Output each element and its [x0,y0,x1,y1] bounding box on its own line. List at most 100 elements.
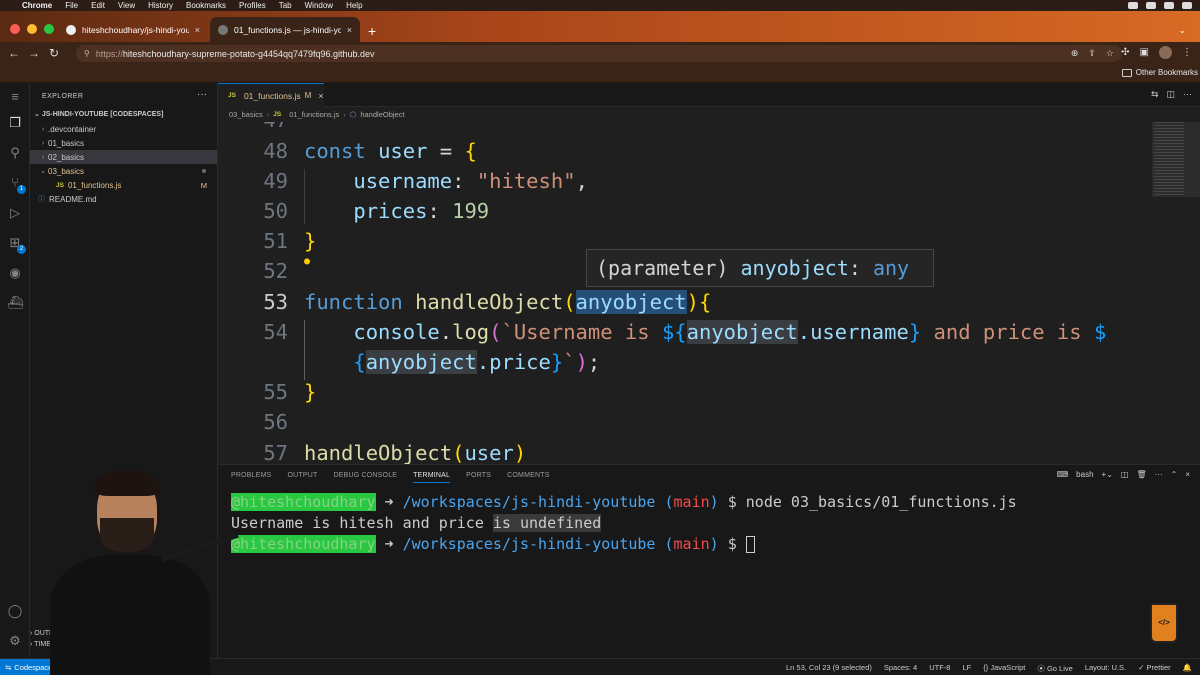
split-editor-icon[interactable]: ◫ [1166,89,1175,100]
address-bar[interactable]: ⚲ https://hiteshchoudhary-supreme-potato… [76,45,1122,62]
browser-menu-icon[interactable]: ⋮ [1182,47,1192,58]
lightbulb-icon[interactable]: ● [304,256,310,267]
extensions-icon[interactable]: ✣ [1121,47,1129,58]
wifi-icon[interactable] [1164,2,1174,9]
terminal-output[interactable]: @hiteshchoudhary ➜ /workspaces/js-hindi-… [231,492,1017,555]
bookmark-star-icon[interactable]: ☆ [1106,48,1114,59]
reload-icon[interactable]: ↻ [44,46,64,60]
tab-comments[interactable]: COMMENTS [507,472,549,483]
tab-problems[interactable]: PROBLEMS [231,472,272,483]
tree-item-readme[interactable]: ⓘ README.md [30,192,217,206]
cursor-position[interactable]: Ln 53, Col 23 (9 selected) [786,663,872,674]
more-actions-icon[interactable]: ··· [197,89,207,100]
maximize-panel-icon[interactable]: ⌃ [1171,470,1178,479]
account-icon[interactable]: ◯ [7,603,23,619]
breadcrumb-file[interactable]: 01_functions.js [289,110,339,119]
back-icon[interactable]: ← [4,46,24,60]
end-of-line[interactable]: LF [962,663,971,674]
menu-profiles[interactable]: Profiles [239,1,266,10]
tab-search-icon[interactable]: ⌄ [1178,25,1186,36]
tree-item-devcontainer[interactable]: › .devcontainer [30,122,217,136]
javascript-file-icon: JS [56,181,64,189]
tree-item-label: 02_basics [48,152,85,162]
editor-tab-01-functions[interactable]: JS 01_functions.js M × [218,83,324,107]
browser-tab-codespace[interactable]: 01_functions.js — js-hindi-you × [210,17,360,42]
close-panel-icon[interactable]: × [1185,470,1190,479]
close-tab-icon[interactable]: × [318,91,323,101]
install-app-icon[interactable]: ⊕ [1071,48,1079,59]
menu-tab[interactable]: Tab [279,1,292,10]
code-line-55: } [304,380,316,404]
language-mode[interactable]: {} JavaScript [983,663,1025,674]
go-live-button[interactable]: ⦿ Go Live [1037,663,1072,674]
tree-item-02-basics[interactable]: › 02_basics [30,150,217,164]
menu-history[interactable]: History [148,1,173,10]
minimize-window-button[interactable] [27,24,37,34]
tree-item-01-functions[interactable]: JS 01_functions.js M [30,178,217,192]
source-control-icon[interactable]: ⑂ 1 [7,175,26,194]
close-tab-icon[interactable]: × [347,25,352,35]
terminal-dollar: $ [727,535,737,553]
other-bookmarks[interactable]: Other Bookmarks [1121,68,1198,77]
status-icon[interactable] [1146,2,1156,9]
forward-icon[interactable]: → [24,46,44,60]
code-token: ` [563,350,576,374]
menu-file[interactable]: File [65,1,78,10]
terminal-shell-label[interactable]: bash [1076,470,1093,479]
new-terminal-icon[interactable]: +⌄ [1102,470,1113,479]
menu-app-name[interactable]: Chrome [22,1,52,10]
menu-window[interactable]: Window [305,1,333,10]
close-window-button[interactable] [10,24,20,34]
breadcrumb-symbol[interactable]: handleObject [360,110,404,119]
menu-help[interactable]: Help [346,1,362,10]
prettier-status[interactable]: ✓ Prettier [1138,663,1171,674]
menu-status-icons [1128,0,1192,11]
microphone-arm [161,532,239,563]
manage-gear-icon[interactable]: ⚙ [7,633,23,649]
menu-view[interactable]: View [118,1,135,10]
site-info-icon[interactable]: ⚲ [84,49,90,58]
tab-output[interactable]: OUTPUT [288,472,318,483]
notifications-bell-icon[interactable]: 🔔 [1183,663,1192,674]
explorer-icon[interactable]: ❐ [7,115,23,131]
search-icon[interactable]: ⚲ [7,145,23,161]
control-center-icon[interactable] [1182,2,1192,9]
code-token: Username is [513,320,662,344]
side-panel-icon[interactable]: ▣ [1140,47,1149,58]
tab-terminal[interactable]: TERMINAL [413,472,451,483]
tree-item-03-basics[interactable]: ⌄ 03_basics [30,164,217,178]
tab-debug-console[interactable]: DEBUG CONSOLE [333,472,397,483]
new-tab-button[interactable]: + [368,23,376,39]
keyboard-layout[interactable]: Layout: U.S. [1085,663,1126,674]
code-editor[interactable]: 47 48 49 50 51 52 53 54 55 56 57 const u… [218,122,1200,464]
fullscreen-window-button[interactable] [44,24,54,34]
extensions-icon[interactable]: ⊞ 2 [7,235,26,254]
more-actions-icon[interactable]: ··· [1183,89,1192,100]
tab-ports[interactable]: PORTS [466,472,491,483]
tree-item-label: .devcontainer [48,124,97,134]
docker-icon[interactable]: ⛴ [7,295,24,311]
run-debug-icon[interactable]: ▷ [7,205,23,221]
menu-edit[interactable]: Edit [91,1,105,10]
breadcrumb-folder[interactable]: 03_basics [229,110,263,119]
browser-tab-github[interactable]: hiteshchoudhary/js-hindi-yout × [58,17,208,42]
menu-icon[interactable]: ≡ [7,89,23,105]
close-tab-icon[interactable]: × [195,25,200,35]
split-terminal-icon[interactable]: ◫ [1121,470,1129,479]
compare-changes-icon[interactable]: ⇆ [1151,89,1159,100]
workspace-root[interactable]: ⌄ JS-HINDI-YOUTUBE [CODESPACES] [34,110,163,118]
profile-avatar[interactable] [1159,46,1172,59]
indentation[interactable]: Spaces: 4 [884,663,917,674]
terminal-user: @hiteshchoudhary [231,535,376,553]
extensions-badge: 2 [17,245,26,254]
share-icon[interactable]: ⇪ [1088,48,1096,59]
encoding[interactable]: UTF-8 [929,663,950,674]
menu-bookmarks[interactable]: Bookmarks [186,1,226,10]
tree-item-label: 01_basics [48,138,85,148]
more-actions-icon[interactable]: ··· [1155,470,1163,479]
tree-item-01-basics[interactable]: › 01_basics [30,136,217,150]
github-icon[interactable]: ◉ [7,265,23,281]
status-icon[interactable] [1128,2,1138,9]
minimap[interactable] [1138,122,1200,464]
trash-icon[interactable]: 🗑 [1136,470,1146,479]
